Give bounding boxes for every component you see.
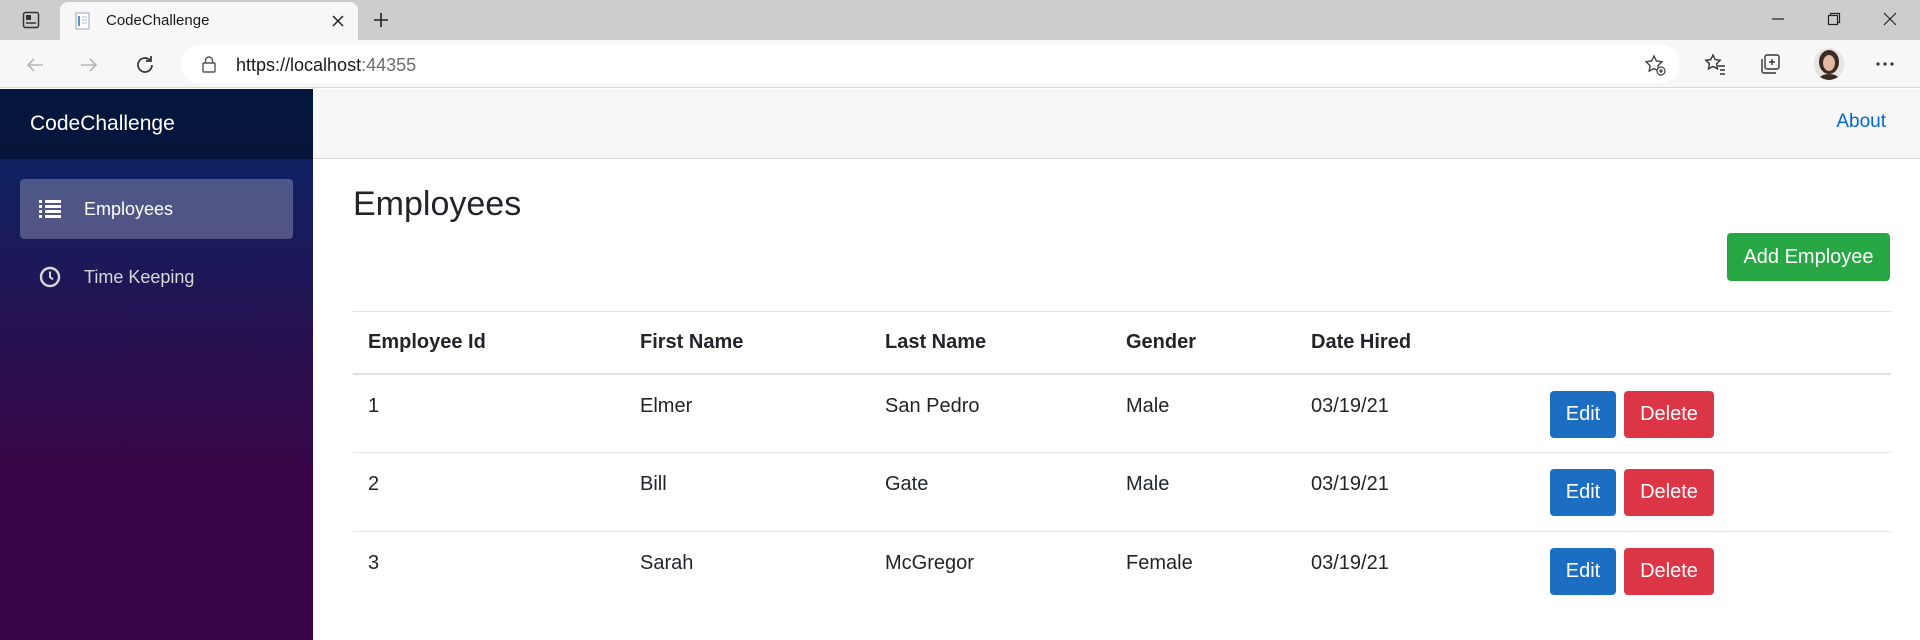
- cell-actions: Edit Delete: [1537, 373, 1891, 453]
- url-field[interactable]: https://localhost:44355: [180, 45, 1680, 83]
- sidebar-item-label: Time Keeping: [84, 266, 195, 287]
- delete-button[interactable]: Delete: [1624, 469, 1714, 516]
- refresh-icon[interactable]: [130, 50, 160, 80]
- tab-actions-icon[interactable]: [14, 8, 48, 32]
- close-window-icon[interactable]: [1868, 4, 1912, 34]
- new-tab-icon[interactable]: [368, 8, 394, 32]
- cell-first-name: Sarah: [640, 552, 694, 574]
- url-port: :44355: [361, 55, 417, 75]
- tab-title: CodeChallenge: [106, 12, 210, 29]
- cell-employee-id: 2: [353, 452, 625, 532]
- table-header-row: Employee Id First Name Last Name Gender …: [353, 311, 1891, 375]
- profile-avatar[interactable]: [1814, 48, 1844, 80]
- url-host: https://localhost: [236, 55, 362, 75]
- favorites-icon[interactable]: [1700, 49, 1730, 79]
- clock-icon: [38, 265, 62, 289]
- cell-last-name: Gate: [870, 452, 1111, 532]
- url-text: https://localhost:44355: [236, 55, 416, 76]
- edit-button[interactable]: Edit: [1550, 548, 1616, 595]
- cell-date-hired: 03/19/21: [1296, 452, 1537, 532]
- column-header-last-name: Last Name: [870, 311, 1111, 375]
- minimize-icon[interactable]: [1756, 4, 1800, 34]
- edit-button[interactable]: Edit: [1550, 469, 1616, 516]
- page-title: Employees: [353, 185, 522, 223]
- brand-bar: CodeChallenge: [0, 89, 313, 159]
- cell-last-name: McGregor: [885, 552, 974, 574]
- cell-actions: Edit Delete: [1537, 452, 1891, 532]
- about-link[interactable]: About: [1836, 111, 1886, 133]
- page-favicon-icon: [74, 12, 92, 30]
- edit-button[interactable]: Edit: [1550, 390, 1616, 438]
- restore-icon[interactable]: [1812, 4, 1856, 34]
- table-row: 2 Bill Gate Male 03/19/21 Edit Delete: [353, 452, 1891, 532]
- close-tab-icon[interactable]: [328, 11, 348, 31]
- list-icon: [38, 197, 62, 221]
- column-header-gender: Gender: [1111, 311, 1296, 375]
- cell-gender: Male: [1111, 373, 1296, 453]
- top-row: About: [313, 89, 1920, 159]
- cell-first-name: Elmer: [625, 373, 870, 453]
- employees-table: Employee Id First Name Last Name Gender …: [353, 311, 1891, 611]
- cell-date-hired: 03/19/21: [1296, 373, 1537, 453]
- more-options-icon[interactable]: [1870, 49, 1900, 79]
- address-bar: https://localhost:44355: [0, 40, 1920, 88]
- sidebar-item-time-keeping[interactable]: Time Keeping: [20, 247, 293, 307]
- cell-gender: Female: [1126, 552, 1193, 574]
- app-brand[interactable]: CodeChallenge: [30, 112, 175, 136]
- sidebar-item-employees[interactable]: Employees: [20, 179, 293, 239]
- column-header-actions: [1537, 311, 1891, 375]
- collections-icon[interactable]: [1755, 49, 1785, 79]
- sidebar: CodeChallenge Employees Time Keeping: [0, 89, 313, 640]
- back-arrow-icon[interactable]: [20, 50, 50, 80]
- cell-gender: Male: [1111, 452, 1296, 532]
- add-employee-button[interactable]: Add Employee: [1727, 233, 1890, 281]
- browser-tab-strip: CodeChallenge: [0, 0, 1920, 40]
- add-favorite-star-icon[interactable]: [1643, 53, 1667, 77]
- cell-actions: Edit Delete: [1537, 532, 1891, 611]
- lock-icon[interactable]: [200, 55, 218, 73]
- sidebar-item-label: Employees: [84, 198, 174, 219]
- table-row: 1 Elmer San Pedro Male 03/19/21 Edit Dele…: [353, 373, 1891, 453]
- forward-arrow-icon[interactable]: [74, 50, 104, 80]
- cell-first-name: Bill: [625, 452, 870, 532]
- browser-tab[interactable]: CodeChallenge: [60, 2, 358, 40]
- column-header-employee-id: Employee Id: [353, 311, 625, 375]
- column-header-date-hired: Date Hired: [1296, 311, 1537, 375]
- cell-date-hired: 03/19/21: [1311, 552, 1389, 574]
- delete-button[interactable]: Delete: [1624, 390, 1714, 438]
- table-row: 3 Sarah McGregor Female 03/19/21 Edit Del…: [353, 532, 1891, 611]
- delete-button[interactable]: Delete: [1624, 548, 1714, 595]
- cell-last-name: San Pedro: [870, 373, 1111, 453]
- cell-employee-id: 3: [368, 552, 380, 574]
- column-header-first-name: First Name: [625, 311, 870, 375]
- cell-employee-id: 1: [353, 373, 625, 453]
